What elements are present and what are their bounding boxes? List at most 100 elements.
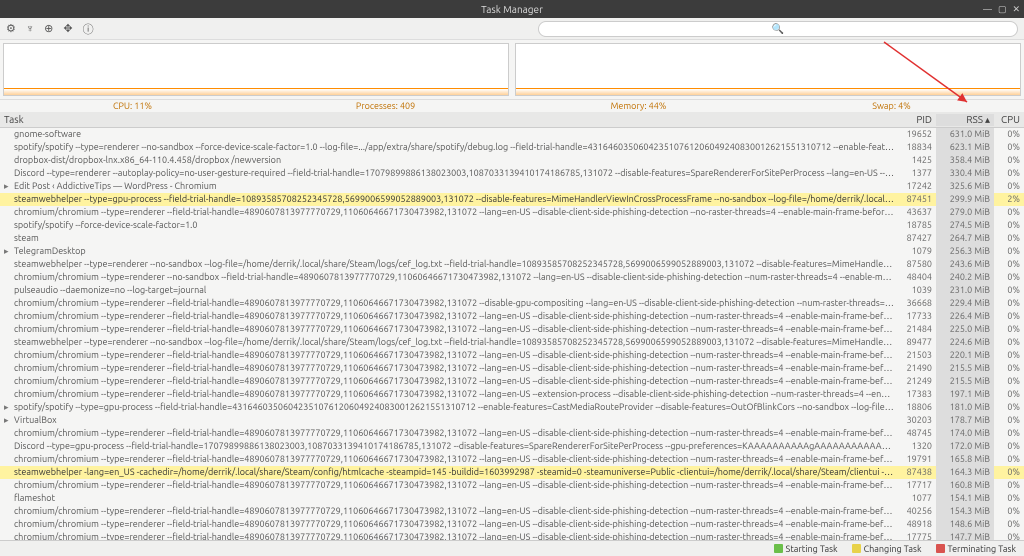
table-row[interactable]: Discord --type=renderer --autoplay-polic… <box>0 167 1024 180</box>
header-cpu[interactable]: CPU <box>994 114 1024 125</box>
table-row[interactable]: spotify/spotify --force-device-scale-fac… <box>0 219 1024 232</box>
table-row[interactable]: steamwebhelper -lang=en_US -cachedir=/ho… <box>0 466 1024 479</box>
cell-rss: 631.0 MiB <box>936 128 994 141</box>
search-input[interactable]: 🔍 <box>538 21 1018 37</box>
cell-cpu: 0% <box>994 206 1024 219</box>
toolbar: ⚙ ♆ ⊕ ✥ ⓘ 🔍 <box>0 18 1024 40</box>
table-row[interactable]: chromium/chromium --type=renderer --fiel… <box>0 362 1024 375</box>
table-row[interactable]: steamwebhelper --type=renderer --no-sand… <box>0 336 1024 349</box>
header-rss[interactable]: RSS▴ <box>936 114 994 126</box>
table-row[interactable]: chromium/chromium --type=renderer --fiel… <box>0 518 1024 531</box>
table-row[interactable]: chromium/chromium --type=renderer --no-s… <box>0 271 1024 284</box>
table-row[interactable]: ▸VirtualBox30203178.7 MiB0% <box>0 414 1024 427</box>
info-icon[interactable]: ⓘ <box>83 21 94 37</box>
header-task[interactable]: Task <box>0 114 894 125</box>
cell-rss: 197.1 MiB <box>936 388 994 401</box>
cell-cpu: 0% <box>994 375 1024 388</box>
table-row[interactable]: spotify/spotify --type=renderer --no-san… <box>0 141 1024 154</box>
table-row[interactable]: chromium/chromium --type=renderer --fiel… <box>0 206 1024 219</box>
cell-pid: 1377 <box>894 167 936 180</box>
cell-pid: 48918 <box>894 518 936 531</box>
minimize-icon[interactable]: — <box>983 4 992 15</box>
table-row[interactable]: flameshot1077154.1 MiB0% <box>0 492 1024 505</box>
cell-rss: 224.6 MiB <box>936 336 994 349</box>
table-row[interactable]: steamwebhelper --type=gpu-process --fiel… <box>0 193 1024 206</box>
cell-rss: 325.6 MiB <box>936 180 994 193</box>
cell-pid: 36668 <box>894 297 936 310</box>
cell-pid: 1077 <box>894 492 936 505</box>
cell-cpu: 0% <box>994 401 1024 414</box>
move-icon[interactable]: ✥ <box>63 22 72 35</box>
process-name: steamwebhelper -lang=en_US -cachedir=/ho… <box>0 466 894 479</box>
cell-rss: 215.5 MiB <box>936 362 994 375</box>
window-titlebar: Task Manager — ▢ ✕ <box>0 0 1024 18</box>
process-name: Discord --type=gpu-process --field-trial… <box>0 440 894 453</box>
process-name: chromium/chromium --type=renderer --fiel… <box>0 310 894 323</box>
cell-rss: 165.8 MiB <box>936 453 994 466</box>
cell-rss: 330.4 MiB <box>936 167 994 180</box>
cell-pid: 18834 <box>894 141 936 154</box>
cell-cpu: 0% <box>994 349 1024 362</box>
process-name: steamwebhelper --type=gpu-process --fiel… <box>0 193 894 206</box>
header-pid[interactable]: PID <box>894 114 936 125</box>
expand-icon[interactable]: ⊕ <box>44 22 53 35</box>
table-row[interactable]: chromium/chromium --type=renderer --fiel… <box>0 310 1024 323</box>
cell-pid: 48745 <box>894 427 936 440</box>
cell-rss: 164.3 MiB <box>936 466 994 479</box>
table-row[interactable]: chromium/chromium --type=renderer --fiel… <box>0 323 1024 336</box>
gear-icon[interactable]: ⚙ <box>6 22 16 35</box>
maximize-icon[interactable]: ▢ <box>998 4 1007 15</box>
process-name: ▸VirtualBox <box>0 414 894 427</box>
table-row[interactable]: chromium/chromium --type=renderer --fiel… <box>0 427 1024 440</box>
process-name: steamwebhelper --type=renderer --no-sand… <box>0 336 894 349</box>
cell-rss: 226.4 MiB <box>936 310 994 323</box>
swap-label: Swap: 4% <box>765 101 1018 111</box>
chevron-right-icon[interactable]: ▸ <box>4 401 14 414</box>
table-row[interactable]: chromium/chromium --type=renderer --fiel… <box>0 388 1024 401</box>
table-row[interactable]: ▸TelegramDesktop1079256.3 MiB0% <box>0 245 1024 258</box>
table-row[interactable]: chromium/chromium --type=renderer --fiel… <box>0 297 1024 310</box>
cell-rss: 225.0 MiB <box>936 323 994 336</box>
legend-footer: Starting Task Changing Task Terminating … <box>0 540 1024 556</box>
cell-rss: 178.7 MiB <box>936 414 994 427</box>
chevron-right-icon[interactable]: ▸ <box>4 180 14 193</box>
cell-pid: 30203 <box>894 414 936 427</box>
table-row[interactable]: ▸Edit Post ‹ AddictiveTips — WordPress -… <box>0 180 1024 193</box>
table-row[interactable]: ▸spotify/spotify --type=gpu-process --fi… <box>0 401 1024 414</box>
process-name: chromium/chromium --type=renderer --fiel… <box>0 388 894 401</box>
process-name: flameshot <box>0 492 894 505</box>
cell-cpu: 0% <box>994 167 1024 180</box>
table-row[interactable]: chromium/chromium --type=renderer --fiel… <box>0 479 1024 492</box>
table-row[interactable]: chromium/chromium --type=renderer --fiel… <box>0 531 1024 540</box>
legend-changing: Changing Task <box>852 544 922 554</box>
close-icon[interactable]: ✕ <box>1012 4 1020 15</box>
cell-cpu: 0% <box>994 245 1024 258</box>
table-row[interactable]: gnome-software19652631.0 MiB0% <box>0 128 1024 141</box>
table-row[interactable]: steamwebhelper --type=renderer --no-sand… <box>0 258 1024 271</box>
process-list[interactable]: gnome-software19652631.0 MiB0%spotify/sp… <box>0 128 1024 540</box>
cell-pid: 1320 <box>894 440 936 453</box>
chevron-right-icon[interactable]: ▸ <box>4 245 14 258</box>
table-row[interactable]: steam87427264.7 MiB0% <box>0 232 1024 245</box>
cell-cpu: 0% <box>994 453 1024 466</box>
cell-rss: 264.7 MiB <box>936 232 994 245</box>
table-row[interactable]: chromium/chromium --type=renderer --fiel… <box>0 505 1024 518</box>
table-row[interactable]: Discord --type=gpu-process --field-trial… <box>0 440 1024 453</box>
cell-pid: 1425 <box>894 154 936 167</box>
cell-cpu: 0% <box>994 258 1024 271</box>
table-row[interactable]: chromium/chromium --type=renderer --fiel… <box>0 349 1024 362</box>
cell-rss: 299.9 MiB <box>936 193 994 206</box>
table-row[interactable]: dropbox-dist/dropbox-lnx.x86_64-110.4.45… <box>0 154 1024 167</box>
cell-rss: 240.2 MiB <box>936 271 994 284</box>
cell-cpu: 0% <box>994 154 1024 167</box>
cell-cpu: 0% <box>994 466 1024 479</box>
cell-cpu: 0% <box>994 323 1024 336</box>
tree-icon[interactable]: ♆ <box>26 23 34 35</box>
cell-pid: 89477 <box>894 336 936 349</box>
cell-pid: 19791 <box>894 453 936 466</box>
table-row[interactable]: chromium/chromium --type=renderer --fiel… <box>0 453 1024 466</box>
table-row[interactable]: chromium/chromium --type=renderer --fiel… <box>0 375 1024 388</box>
cell-rss: 160.8 MiB <box>936 479 994 492</box>
table-row[interactable]: pulseaudio --daemonize=no --log-target=j… <box>0 284 1024 297</box>
chevron-right-icon[interactable]: ▸ <box>4 414 14 427</box>
